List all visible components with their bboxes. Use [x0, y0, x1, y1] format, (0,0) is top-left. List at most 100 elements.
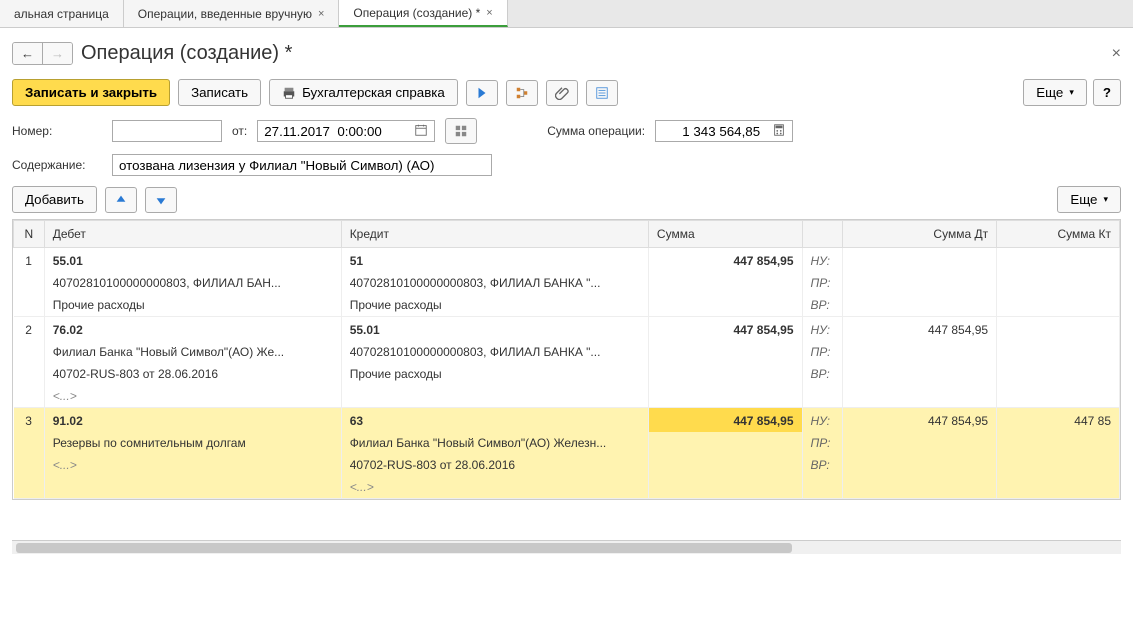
- col-header-sum-kt[interactable]: Сумма Кт: [997, 221, 1120, 248]
- nav-buttons: ← →: [12, 42, 73, 65]
- tab-label: альная страница: [14, 7, 109, 21]
- list-button[interactable]: [586, 80, 618, 106]
- sum-kt[interactable]: 447 85: [997, 408, 1120, 433]
- debit-subconto3[interactable]: <...>: [44, 385, 341, 408]
- close-icon[interactable]: ×: [486, 7, 492, 19]
- button-label: Бухгалтерская справка: [302, 85, 445, 100]
- credit-subconto2[interactable]: 40702-RUS-803 от 28.06.2016: [341, 454, 648, 476]
- calculator-icon[interactable]: [766, 123, 792, 140]
- date-input[interactable]: [258, 121, 408, 141]
- list-icon: [595, 86, 609, 100]
- back-button[interactable]: ←: [13, 43, 42, 64]
- row-sum[interactable]: 447 854,95: [648, 248, 802, 273]
- debit-subconto3[interactable]: [44, 476, 341, 499]
- tag-vr: ВР:: [802, 363, 843, 385]
- number-input[interactable]: [112, 120, 222, 142]
- arrow-up-icon: [114, 193, 128, 207]
- arrow-down-icon: [154, 193, 168, 207]
- debit-subconto1[interactable]: 40702810100000000803, ФИЛИАЛ БАН...: [44, 272, 341, 294]
- tag-pr: ПР:: [802, 341, 843, 363]
- tag-pr: ПР:: [802, 272, 843, 294]
- credit-account[interactable]: 51: [341, 248, 648, 273]
- debit-subconto2[interactable]: Прочие расходы: [44, 294, 341, 317]
- scrollbar-thumb[interactable]: [16, 543, 792, 553]
- credit-account[interactable]: 55.01: [341, 317, 648, 342]
- debit-account[interactable]: 76.02: [44, 317, 341, 342]
- row-number[interactable]: 3: [14, 408, 45, 433]
- debit-account[interactable]: 91.02: [44, 408, 341, 433]
- move-right-button[interactable]: [466, 80, 498, 106]
- credit-subconto3[interactable]: <...>: [341, 476, 648, 499]
- date-extra-button[interactable]: [445, 118, 477, 144]
- sum-label: Сумма операции:: [547, 124, 645, 138]
- debit-subconto2[interactable]: <...>: [44, 454, 341, 476]
- tag-nu: НУ:: [802, 248, 843, 273]
- tag-nu: НУ:: [802, 408, 843, 433]
- from-label: от:: [232, 124, 247, 138]
- help-button[interactable]: ?: [1093, 79, 1121, 106]
- entries-table: N Дебет Кредит Сумма Сумма Дт Сумма Кт 1…: [12, 219, 1121, 500]
- tree-icon: [515, 86, 529, 100]
- credit-subconto3[interactable]: [341, 385, 648, 408]
- credit-subconto2[interactable]: Прочие расходы: [341, 294, 648, 317]
- number-label: Номер:: [12, 124, 102, 138]
- row-sum[interactable]: 447 854,95: [648, 408, 802, 433]
- paperclip-icon: [555, 86, 569, 100]
- printer-icon: [282, 86, 296, 100]
- tab-label: Операция (создание) *: [353, 6, 480, 20]
- credit-subconto1[interactable]: 40702810100000000803, ФИЛИАЛ БАНКА "...: [341, 341, 648, 363]
- move-up-button[interactable]: [105, 187, 137, 213]
- col-header-credit[interactable]: Кредит: [341, 221, 648, 248]
- sum-kt[interactable]: [997, 248, 1120, 273]
- row-sum[interactable]: 447 854,95: [648, 317, 802, 342]
- tab-operation-create[interactable]: Операция (создание) * ×: [339, 0, 507, 27]
- sum-dt[interactable]: [843, 248, 997, 273]
- tree-button[interactable]: [506, 80, 538, 106]
- calendar-icon[interactable]: [408, 123, 434, 140]
- attach-button[interactable]: [546, 80, 578, 106]
- debit-subconto1[interactable]: Резервы по сомнительным долгам: [44, 432, 341, 454]
- sum-dt[interactable]: 447 854,95: [843, 408, 997, 433]
- tab-main-page[interactable]: альная страница: [0, 0, 124, 27]
- credit-account[interactable]: 63: [341, 408, 648, 433]
- debit-account[interactable]: 55.01: [44, 248, 341, 273]
- more-button[interactable]: Еще: [1023, 79, 1087, 106]
- tabs-bar: альная страница Операции, введенные вруч…: [0, 0, 1133, 28]
- save-and-close-button[interactable]: Записать и закрыть: [12, 79, 170, 106]
- row-number[interactable]: 1: [14, 248, 45, 273]
- horizontal-scrollbar[interactable]: [12, 540, 1121, 554]
- sum-dt[interactable]: 447 854,95: [843, 317, 997, 342]
- page-title: Операция (создание) *: [81, 42, 292, 65]
- desc-label: Содержание:: [12, 158, 102, 172]
- desc-input[interactable]: [112, 154, 492, 176]
- save-button[interactable]: Записать: [178, 79, 261, 106]
- close-icon[interactable]: ×: [318, 8, 324, 20]
- arrow-right-icon: [475, 86, 489, 100]
- forward-button[interactable]: →: [42, 43, 72, 64]
- table-more-button[interactable]: Еще: [1057, 186, 1121, 213]
- tag-vr: ВР:: [802, 454, 843, 476]
- col-header-debit[interactable]: Дебет: [44, 221, 341, 248]
- col-header-sum[interactable]: Сумма: [648, 221, 802, 248]
- move-down-button[interactable]: [145, 187, 177, 213]
- tag-vr: ВР:: [802, 294, 843, 317]
- grid-icon: [454, 124, 468, 138]
- credit-subconto2[interactable]: Прочие расходы: [341, 363, 648, 385]
- tag-nu: НУ:: [802, 317, 843, 342]
- accounting-report-button[interactable]: Бухгалтерская справка: [269, 79, 458, 106]
- debit-subconto1[interactable]: Филиал Банка "Новый Символ"(АО) Же...: [44, 341, 341, 363]
- tag-pr: ПР:: [802, 432, 843, 454]
- close-page-button[interactable]: ×: [1112, 45, 1121, 63]
- tab-manual-ops[interactable]: Операции, введенные вручную ×: [124, 0, 340, 27]
- col-header-sum-dt[interactable]: Сумма Дт: [843, 221, 997, 248]
- col-header-tag: [802, 221, 843, 248]
- sum-kt[interactable]: [997, 317, 1120, 342]
- tab-label: Операции, введенные вручную: [138, 7, 312, 21]
- add-row-button[interactable]: Добавить: [12, 186, 97, 213]
- sum-input[interactable]: [656, 121, 766, 141]
- col-header-n[interactable]: N: [14, 221, 45, 248]
- credit-subconto1[interactable]: 40702810100000000803, ФИЛИАЛ БАНКА "...: [341, 272, 648, 294]
- debit-subconto2[interactable]: 40702-RUS-803 от 28.06.2016: [44, 363, 341, 385]
- row-number[interactable]: 2: [14, 317, 45, 342]
- credit-subconto1[interactable]: Филиал Банка "Новый Символ"(АО) Железн..…: [341, 432, 648, 454]
